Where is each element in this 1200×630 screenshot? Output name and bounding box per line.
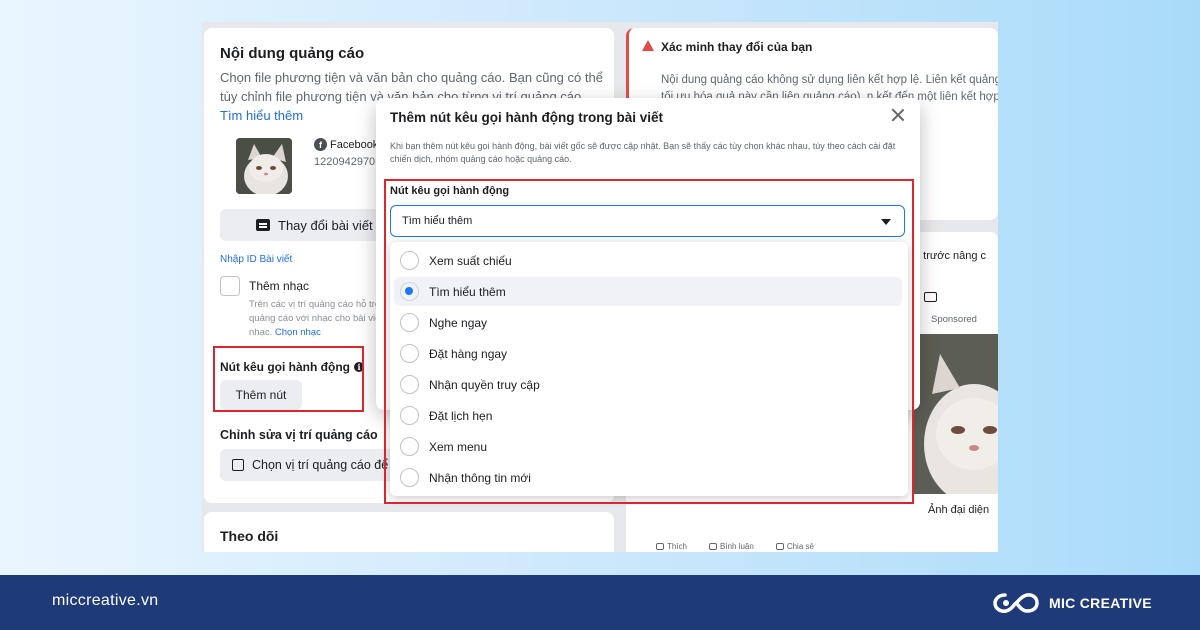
learn-more-link[interactable]: Tìm hiểu thêm bbox=[220, 108, 303, 123]
ad-content-title: Nội dung quảng cáo bbox=[220, 45, 365, 62]
share-label: Chia sẻ bbox=[786, 542, 814, 551]
change-post-label: Thay đổi bài viết bbox=[278, 217, 373, 233]
option-label: Nhận quyền truy cập bbox=[429, 377, 540, 392]
brand-name: MIC CREATIVE bbox=[1049, 595, 1152, 611]
choose-placement-label: Chọn vị trí quảng cáo để bbox=[252, 458, 389, 472]
option-item[interactable]: Xem suất chiếu bbox=[394, 246, 902, 275]
facebook-icon: f bbox=[314, 138, 327, 151]
option-label: Nhận thông tin mới bbox=[429, 470, 531, 485]
page-name: Facebook bbox=[330, 138, 379, 151]
add-music-desc-text: Trên các vị trí quảng cáo hỗ trợ, quảng … bbox=[249, 299, 396, 338]
option-item[interactable]: Nghe ngay bbox=[394, 308, 902, 337]
cta-options-list: Xem suất chiếu Tìm hiểu thêm Nghe ngay Đ… bbox=[390, 242, 908, 496]
option-label: Đặt lịch hẹn bbox=[429, 408, 493, 423]
option-item[interactable]: Đặt hàng ngay bbox=[394, 339, 902, 368]
verify-changes-title: Xác minh thay đổi của bạn bbox=[661, 40, 813, 54]
choose-music-link[interactable]: Chọn nhạc bbox=[275, 327, 321, 338]
cat-image bbox=[236, 138, 292, 194]
like-label: Thích bbox=[667, 542, 688, 551]
option-label: Tìm hiểu thêm bbox=[429, 284, 506, 299]
like-action[interactable]: Thích bbox=[656, 542, 687, 551]
option-item[interactable]: Nhận quyền truy cập bbox=[394, 370, 902, 399]
post-id: 1220942970 bbox=[314, 156, 376, 168]
page-name-row: f Facebook bbox=[314, 138, 378, 151]
radio-icon bbox=[400, 468, 419, 487]
info-icon[interactable]: i bbox=[353, 362, 364, 372]
share-action[interactable]: Chia sẻ bbox=[775, 542, 814, 551]
comment-action[interactable]: Bình luận bbox=[709, 542, 754, 551]
sponsored-label: Sponsored bbox=[931, 314, 977, 325]
radio-selected-icon bbox=[400, 282, 419, 301]
radio-icon bbox=[400, 251, 419, 270]
cta-select-value: Tìm hiểu thêm bbox=[402, 215, 473, 227]
like-icon bbox=[656, 543, 664, 551]
radio-icon bbox=[400, 437, 419, 456]
import-post-id-link[interactable]: Nhập ID Bài viết bbox=[220, 254, 292, 265]
advanced-preview-link[interactable]: n trước nâng c bbox=[914, 250, 986, 262]
preview-frame-icon bbox=[924, 292, 937, 302]
radio-icon bbox=[400, 375, 419, 394]
tracking-card: Theo dõi bbox=[204, 512, 614, 552]
placement-title: Chỉnh sửa vị trí quảng cáo bbox=[220, 428, 378, 442]
radio-icon bbox=[400, 344, 419, 363]
cta-section-label-text: Nút kêu gọi hành động bbox=[220, 360, 350, 374]
modal-desc: Khi bạn thêm nút kêu gọi hành động, bài … bbox=[390, 141, 896, 164]
preview-image bbox=[912, 334, 998, 494]
tracking-title: Theo dõi bbox=[220, 528, 279, 544]
site-url: miccreative.vn bbox=[52, 592, 159, 609]
cta-section-label: Nút kêu gọi hành động i bbox=[220, 360, 364, 374]
infinity-logo-icon bbox=[993, 593, 1039, 613]
radio-icon bbox=[400, 406, 419, 425]
avatar-label: Ảnh đại diện bbox=[928, 504, 990, 516]
close-icon[interactable] bbox=[890, 107, 906, 123]
option-label: Nghe ngay bbox=[429, 315, 488, 330]
option-label: Xem menu bbox=[429, 439, 488, 454]
option-label: Xem suất chiếu bbox=[429, 253, 512, 268]
modal-title: Thêm nút kêu gọi hành động trong bài viế… bbox=[390, 110, 663, 125]
warning-icon bbox=[642, 40, 654, 51]
add-music-label: Thêm nhạc bbox=[249, 279, 310, 293]
add-button[interactable]: Thêm nút bbox=[220, 380, 302, 410]
comment-label: Bình luận bbox=[720, 542, 754, 551]
share-icon bbox=[775, 543, 784, 551]
cta-field-label: Nút kêu gọi hành động bbox=[390, 185, 510, 197]
post-thumbnail bbox=[236, 138, 292, 194]
post-actions: Thích Bình luận Chia sẻ bbox=[656, 542, 814, 551]
option-label: Đặt hàng ngay bbox=[429, 346, 508, 361]
add-music-checkbox[interactable] bbox=[220, 276, 240, 296]
cta-select[interactable]: Tìm hiểu thêm bbox=[390, 205, 905, 237]
option-item[interactable]: Nhận thông tin mới bbox=[394, 463, 902, 492]
post-icon bbox=[256, 219, 270, 231]
chevron-down-icon bbox=[881, 219, 891, 225]
screenshot-area: Nội dung quảng cáo Chọn file phương tiện… bbox=[202, 22, 998, 552]
radio-icon bbox=[400, 313, 419, 332]
cat-image bbox=[912, 334, 998, 494]
brand-logo: MIC CREATIVE bbox=[993, 589, 1152, 617]
option-item[interactable]: Đặt lịch hẹn bbox=[394, 401, 902, 430]
footer-bar: miccreative.vn MIC CREATIVE bbox=[0, 575, 1200, 630]
option-item-selected[interactable]: Tìm hiểu thêm bbox=[394, 277, 902, 306]
option-item[interactable]: Xem menu bbox=[394, 432, 902, 461]
comment-icon bbox=[709, 543, 718, 551]
placement-icon bbox=[232, 459, 244, 471]
